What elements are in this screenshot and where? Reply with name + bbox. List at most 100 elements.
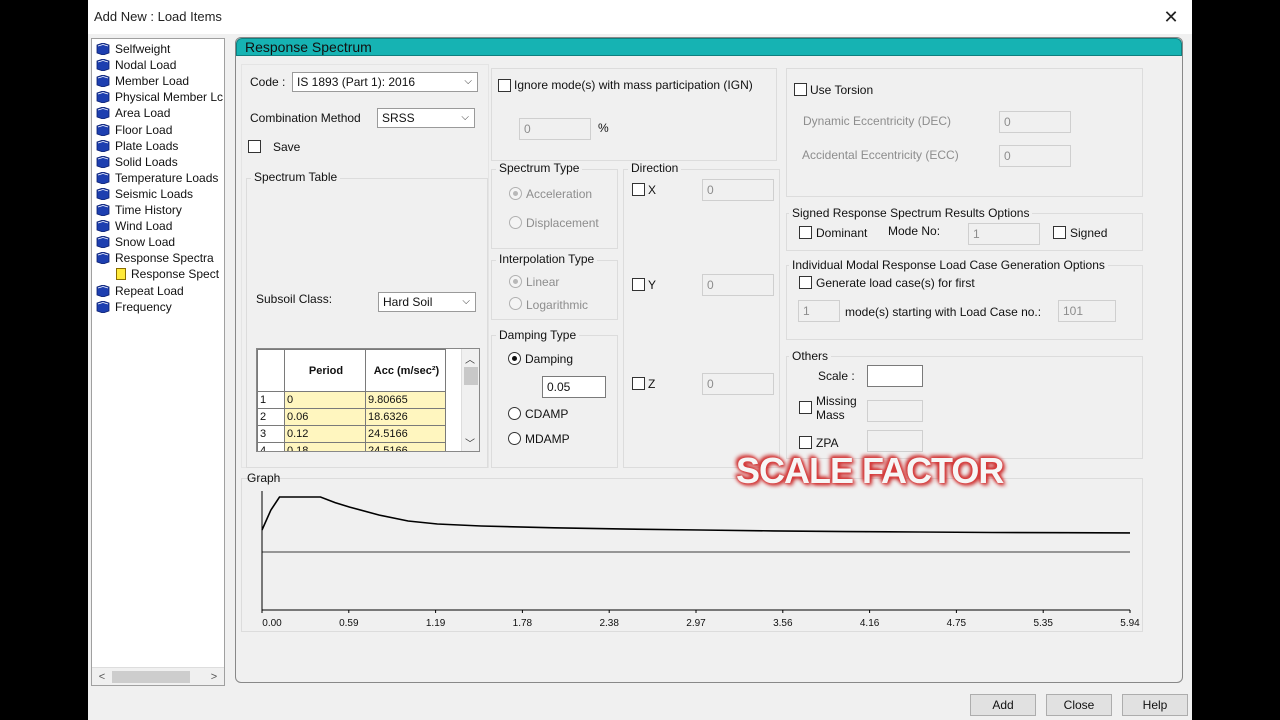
tree-item[interactable]: Plate Loads	[96, 138, 178, 154]
case-no-input[interactable]: 101	[1058, 300, 1116, 322]
acc-cell[interactable]: 18.6326	[365, 408, 446, 426]
table-row[interactable]: 4 0.18 24.5166	[257, 442, 446, 451]
ecc-label: Accidental Eccentricity (ECC)	[802, 148, 959, 162]
tree-item[interactable]: Solid Loads	[96, 154, 178, 170]
direction-z-input[interactable]: 0	[702, 373, 774, 395]
book-icon	[96, 91, 110, 104]
ecc-input[interactable]: 0	[999, 145, 1071, 167]
tree-item[interactable]: Snow Load	[96, 234, 175, 250]
tree-item[interactable]: Area Load	[96, 105, 170, 121]
use-torsion-checkbox[interactable]	[794, 83, 807, 96]
x-tick-label: 5.35	[1033, 618, 1053, 629]
combination-select[interactable]: SRSS ⌵	[377, 108, 475, 128]
combination-value: SRSS	[382, 111, 415, 125]
tree-item[interactable]: Repeat Load	[96, 283, 184, 299]
logarithmic-radio[interactable]	[509, 297, 522, 310]
direction-title: Direction	[628, 161, 682, 175]
direction-z-checkbox[interactable]	[632, 377, 645, 390]
tree-item-label: Solid Loads	[115, 154, 178, 169]
missing-mass-checkbox[interactable]	[799, 401, 812, 414]
code-value: IS 1893 (Part 1): 2016	[297, 75, 416, 89]
dominant-checkbox[interactable]	[799, 226, 812, 239]
table-vertical-scrollbar[interactable]: ︿ ﹀	[461, 349, 479, 451]
tree-item[interactable]: Seismic Loads	[96, 186, 193, 202]
zpa-input[interactable]	[867, 430, 923, 452]
acc-cell[interactable]: 24.5166	[365, 442, 446, 451]
acc-cell[interactable]: 24.5166	[365, 425, 446, 443]
damping-radio[interactable]	[508, 352, 521, 365]
tree-item[interactable]: Temperature Loads	[96, 170, 218, 186]
zpa-label: ZPA	[816, 436, 839, 450]
mode-no-input[interactable]: 1	[968, 223, 1040, 245]
x-tick-label: 2.97	[686, 618, 706, 629]
displacement-radio[interactable]	[509, 216, 522, 229]
zpa-checkbox[interactable]	[799, 436, 812, 449]
tree-horizontal-scrollbar[interactable]: < >	[92, 667, 224, 685]
save-checkbox[interactable]	[248, 140, 261, 153]
ignore-checkbox[interactable]	[498, 79, 511, 92]
others-title: Others	[789, 349, 832, 363]
close-button[interactable]: Close	[1046, 694, 1112, 716]
help-button[interactable]: Help	[1122, 694, 1188, 716]
tree-item[interactable]: Member Load	[96, 73, 189, 89]
tree-item-label: Time History	[115, 203, 182, 217]
scroll-right-icon[interactable]: >	[206, 669, 222, 685]
spectrum-graph: 0.00 0.59 1.19 1.78 2.38 2.97 3.56 4.16 4.75 5.35…	[241, 478, 1143, 632]
spectrum-type-group	[491, 169, 618, 249]
period-cell[interactable]: 0	[284, 391, 366, 409]
tree-item[interactable]: Floor Load	[96, 122, 172, 138]
mode-count-input[interactable]: 1	[798, 300, 840, 322]
tree-item-label: Plate Loads	[115, 138, 179, 153]
tree-item[interactable]: Physical Member Lc	[96, 89, 223, 105]
add-button[interactable]: Add	[970, 694, 1036, 716]
period-cell[interactable]: 0.06	[284, 408, 366, 426]
period-cell[interactable]: 0.12	[284, 425, 366, 443]
direction-y-input[interactable]: 0	[702, 274, 774, 296]
scroll-down-icon[interactable]: ﹀	[465, 435, 475, 450]
linear-radio[interactable]	[509, 275, 522, 288]
tree-item[interactable]: Wind Load	[96, 218, 172, 234]
mdamp-radio[interactable]	[508, 432, 521, 445]
book-icon	[96, 284, 110, 297]
period-cell[interactable]: 0.18	[284, 442, 366, 451]
ignore-label: Ignore mode(s) with mass participation (…	[514, 78, 753, 92]
scroll-left-icon[interactable]: <	[94, 669, 110, 685]
generate-checkbox[interactable]	[799, 276, 812, 289]
tree-item[interactable]: Selfweight	[96, 41, 170, 57]
table-row[interactable]: 1 0 9.80665	[257, 391, 446, 409]
cdamp-radio[interactable]	[508, 407, 521, 420]
x-tick-label: 1.78	[513, 618, 533, 629]
table-row[interactable]: 3 0.12 24.5166	[257, 425, 446, 443]
direction-x-checkbox[interactable]	[632, 183, 645, 196]
code-select[interactable]: IS 1893 (Part 1): 2016 ⌵	[292, 72, 478, 92]
direction-x-input[interactable]: 0	[702, 179, 774, 201]
load-items-dialog: Add New : Load Items ✕ Selfweight Nodal L…	[88, 0, 1192, 720]
scale-input[interactable]	[867, 365, 923, 387]
table-row[interactable]: 2 0.06 18.6326	[257, 408, 446, 426]
missing-mass-input[interactable]	[867, 400, 923, 422]
dec-input[interactable]: 0	[999, 111, 1071, 133]
spectrum-table[interactable]: Period Acc (m/sec²) 1 0 9.80665 2 0.06 18.63…	[256, 348, 480, 452]
interpolation-title: Interpolation Type	[496, 252, 598, 266]
scroll-thumb[interactable]	[464, 367, 478, 385]
book-icon	[96, 171, 110, 184]
scroll-up-icon[interactable]: ︿	[465, 351, 475, 366]
tree-item[interactable]: Frequency	[96, 299, 172, 315]
acc-cell[interactable]: 9.80665	[365, 391, 446, 409]
tree-item[interactable]: Response Spectra	[96, 250, 214, 266]
missing-label: Missing	[816, 394, 857, 408]
subsoil-select[interactable]: Hard Soil ⌵	[378, 292, 476, 312]
ignore-input[interactable]: 0	[519, 118, 591, 140]
signed-checkbox[interactable]	[1053, 226, 1066, 239]
direction-y-checkbox[interactable]	[632, 278, 645, 291]
acceleration-radio[interactable]	[509, 187, 522, 200]
close-icon[interactable]: ✕	[1158, 4, 1184, 30]
damping-input[interactable]: 0.05	[542, 376, 606, 398]
tree-item[interactable]: Time History	[96, 202, 182, 218]
scroll-thumb[interactable]	[112, 671, 190, 683]
tree-child-response-spectrum[interactable]: Response Spect	[116, 266, 219, 282]
title-bar: Add New : Load Items ✕	[88, 0, 1192, 34]
tree-item-label: Wind Load	[115, 219, 173, 234]
tree-item[interactable]: Nodal Load	[96, 57, 176, 73]
period-header: Period	[284, 349, 366, 392]
